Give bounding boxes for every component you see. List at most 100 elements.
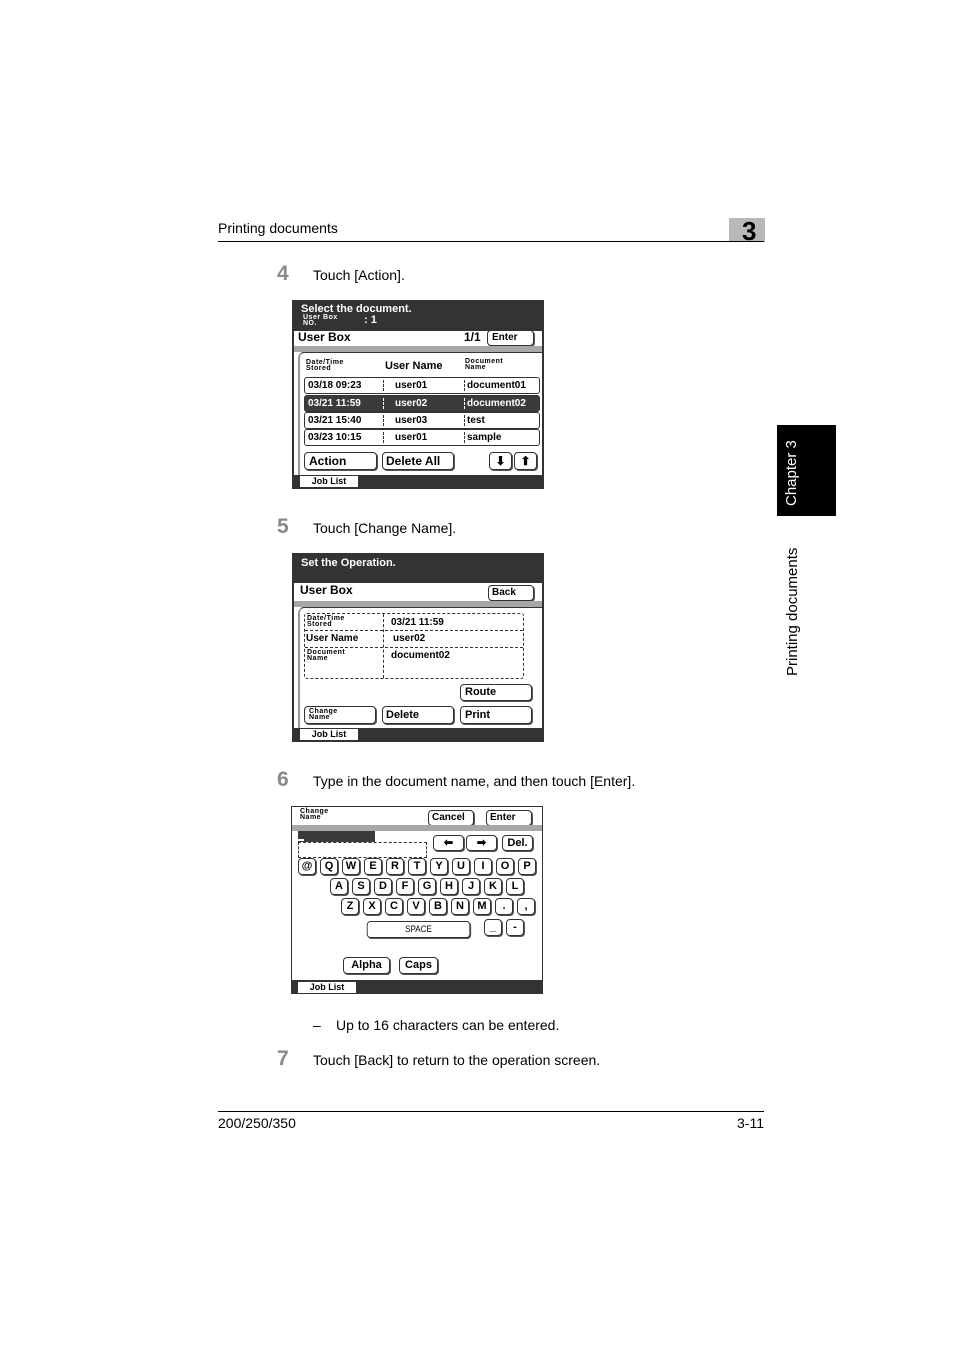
route-button[interactable]: Route	[460, 684, 532, 701]
column-divider	[383, 398, 384, 409]
delete-all-button[interactable]: Delete All	[382, 452, 454, 470]
note-dash: –	[313, 1017, 321, 1033]
screen-title: Set the Operation.	[301, 557, 396, 569]
key-r[interactable]: R	[386, 858, 404, 875]
label-line: NO.	[303, 320, 317, 327]
action-button[interactable]: Action	[304, 452, 377, 470]
date-stored-label: Date/Time Stored	[307, 615, 345, 628]
column-header-document: Document Name	[465, 358, 503, 371]
key-g[interactable]: G	[418, 878, 436, 895]
alpha-button[interactable]: Alpha	[343, 957, 390, 974]
row-document: document02	[467, 398, 526, 409]
name-input[interactable]	[298, 842, 427, 858]
key-period[interactable]: .	[495, 898, 513, 915]
key-w[interactable]: W	[342, 858, 360, 875]
space-key[interactable]: SPACE	[366, 921, 471, 938]
header-rule	[218, 241, 764, 242]
key-a[interactable]: A	[330, 878, 348, 895]
column-divider	[464, 380, 465, 391]
key-at[interactable]: @	[298, 858, 316, 875]
document-row[interactable]: 03/23 10:15 user01 sample	[304, 429, 540, 446]
key-p[interactable]: P	[518, 858, 536, 875]
row-document: sample	[467, 432, 502, 443]
row-date: 03/23 10:15	[308, 432, 362, 443]
user-box-label: User Box	[298, 330, 351, 344]
user-name-label: User Name	[306, 633, 359, 644]
key-j[interactable]: J	[462, 878, 480, 895]
label-line: Stored	[307, 621, 333, 628]
cursor-left-button[interactable]: ⬅	[433, 835, 464, 851]
document-row-selected[interactable]: 03/21 11:59 user02 document02	[304, 395, 540, 412]
step-text: Touch [Back] to return to the operation …	[313, 1052, 601, 1068]
user-box-no-value: : 1	[364, 314, 377, 326]
label-line: Name	[465, 364, 487, 371]
key-v[interactable]: V	[407, 898, 425, 915]
key-x[interactable]: X	[363, 898, 381, 915]
row-user: user03	[395, 415, 428, 426]
underscore-key[interactable]: _	[484, 919, 502, 936]
key-comma[interactable]: ,	[517, 898, 535, 915]
key-h[interactable]: H	[440, 878, 458, 895]
delete-button[interactable]: Delete	[382, 706, 454, 724]
hyphen-key[interactable]: -	[506, 919, 524, 936]
key-o[interactable]: O	[496, 858, 514, 875]
bottom-bar: Job List	[294, 728, 542, 740]
document-row[interactable]: 03/18 09:23 user01 document01	[304, 377, 540, 394]
cursor-right-button[interactable]: ➡	[466, 835, 497, 851]
key-l[interactable]: L	[506, 878, 524, 895]
detail-column-divider	[383, 614, 384, 678]
job-list-tab[interactable]: Job List	[300, 476, 358, 487]
key-y[interactable]: Y	[430, 858, 448, 875]
label-line: Stored	[306, 365, 332, 372]
column-divider	[464, 415, 465, 426]
scroll-down-button[interactable]: ⬇	[489, 452, 512, 470]
key-u[interactable]: U	[452, 858, 470, 875]
change-name-button[interactable]: Change Name	[304, 706, 376, 724]
back-button[interactable]: Back	[488, 585, 534, 601]
screen-title-bar: Select the document. User Box NO. : 1	[294, 302, 542, 331]
row-date: 03/21 15:40	[308, 415, 362, 426]
note-text: Up to 16 characters can be entered.	[336, 1017, 560, 1033]
step-number: 5	[277, 515, 289, 538]
step-number: 7	[277, 1047, 289, 1070]
footer-page-number: 3-11	[737, 1115, 764, 1131]
row-user: user02	[395, 398, 428, 409]
user-box-no-label: User Box NO.	[303, 314, 338, 327]
label-line: Name	[307, 655, 329, 662]
key-q[interactable]: Q	[320, 858, 338, 875]
key-t[interactable]: T	[408, 858, 426, 875]
key-f[interactable]: F	[396, 878, 414, 895]
key-c[interactable]: C	[385, 898, 403, 915]
screen-title-bar: Set the Operation.	[294, 555, 542, 583]
footer-model: 200/250/350	[218, 1115, 296, 1131]
key-m[interactable]: M	[473, 898, 491, 915]
page-indicator: 1/1	[464, 330, 481, 344]
key-k[interactable]: K	[484, 878, 502, 895]
key-b[interactable]: B	[429, 898, 447, 915]
caps-button[interactable]: Caps	[399, 957, 438, 974]
delete-char-button[interactable]: Del.	[502, 835, 533, 851]
key-d[interactable]: D	[374, 878, 392, 895]
key-s[interactable]: S	[352, 878, 370, 895]
key-i[interactable]: I	[474, 858, 492, 875]
cancel-button[interactable]: Cancel	[428, 810, 474, 826]
key-n[interactable]: N	[451, 898, 469, 915]
label-line: Name	[300, 814, 322, 821]
scroll-up-button[interactable]: ⬆	[514, 452, 537, 470]
key-z[interactable]: Z	[341, 898, 359, 915]
step-number: 6	[277, 768, 289, 791]
text-cursor	[298, 839, 304, 841]
document-row[interactable]: 03/21 15:40 user03 test	[304, 412, 540, 429]
row-date: 03/18 09:23	[308, 380, 362, 391]
arrow-right-icon: ➡	[476, 837, 487, 849]
job-list-tab[interactable]: Job List	[300, 729, 358, 740]
user-box-label: User Box	[300, 583, 353, 597]
enter-button[interactable]: Enter	[486, 810, 532, 826]
row-user: user01	[395, 380, 428, 391]
job-list-tab[interactable]: Job List	[298, 982, 356, 993]
print-button[interactable]: Print	[460, 706, 532, 724]
key-e[interactable]: E	[364, 858, 382, 875]
label-line: Name	[309, 714, 331, 721]
enter-button[interactable]: Enter	[487, 330, 534, 346]
step-text: Touch [Change Name].	[313, 520, 457, 536]
